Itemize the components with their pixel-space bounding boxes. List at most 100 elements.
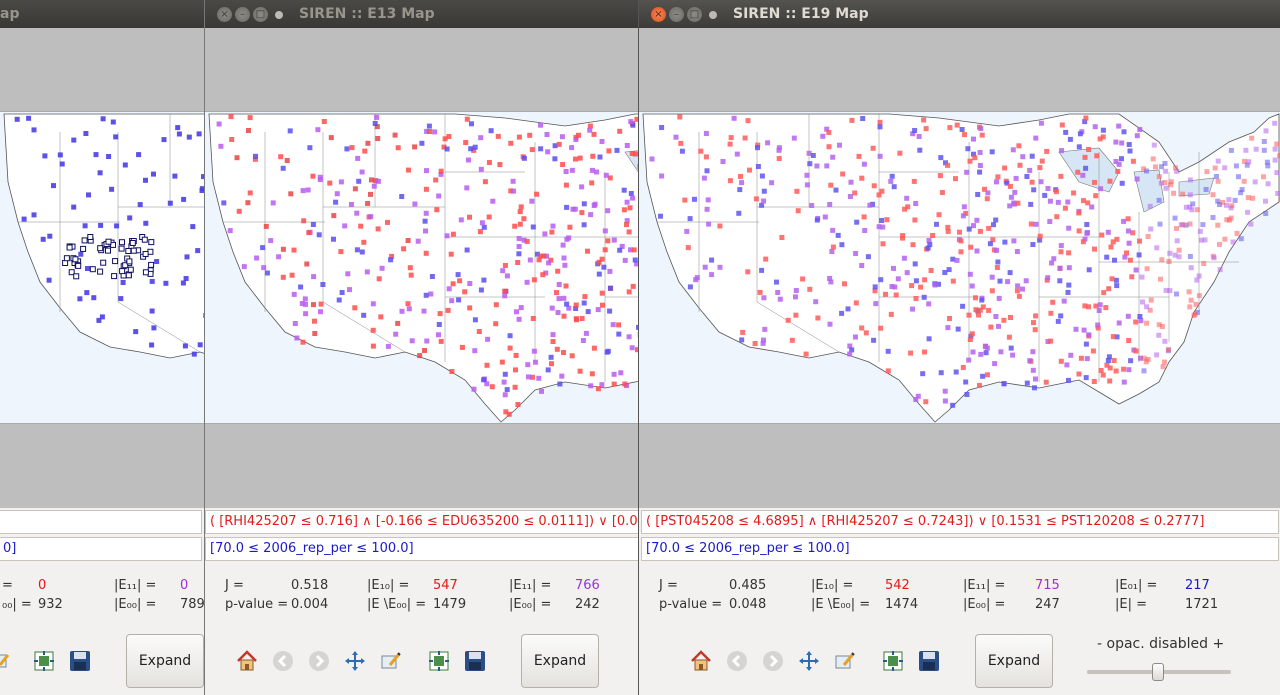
county-marker: [484, 362, 490, 368]
county-marker: [616, 331, 622, 337]
minimize-icon[interactable]: –: [235, 7, 250, 22]
stat-value: 0.048: [729, 597, 767, 612]
titlebar[interactable]: ap: [0, 0, 204, 28]
county-marker: [525, 362, 531, 368]
forward-icon[interactable]: [759, 647, 787, 675]
county-marker: [774, 279, 779, 285]
county-marker: [913, 201, 919, 206]
county-marker: [833, 187, 839, 193]
close-icon[interactable]: ×: [651, 7, 666, 22]
expand-button[interactable]: Expand: [126, 634, 204, 688]
query-lhs-field[interactable]: [0, 510, 202, 534]
county-marker: [913, 296, 919, 301]
close-icon[interactable]: ×: [217, 7, 232, 22]
county-marker: [595, 307, 601, 313]
county-marker: [1236, 174, 1241, 180]
county-marker: [564, 236, 570, 242]
county-marker: [807, 286, 813, 292]
query-lhs-field[interactable]: ( [PST045208 ≤ 4.6895] ∧ [RHI425207 ≤ 0.…: [641, 510, 1279, 534]
minimize-icon[interactable]: –: [669, 7, 684, 22]
expand-button[interactable]: Expand: [521, 634, 599, 688]
save-icon[interactable]: [66, 647, 94, 675]
subplots-icon[interactable]: [879, 647, 907, 675]
pan-icon[interactable]: [795, 647, 823, 675]
county-marker: [610, 322, 616, 328]
stat-label: |E₀₀| =: [963, 597, 1006, 612]
county-marker: [917, 147, 923, 153]
titlebar[interactable]: × – □ SIREN :: E19 Map: [639, 0, 1280, 28]
county-marker: [596, 259, 602, 265]
window-left: ap 0] = 0 |E₁₁| = 0 ₀₀| = 932 |E₀₀| = 78…: [0, 0, 204, 695]
county-marker: [1055, 199, 1061, 205]
county-marker: [409, 338, 415, 344]
county-marker: [945, 228, 951, 234]
county-marker: [867, 202, 873, 208]
county-marker: [828, 182, 834, 188]
county-marker: [1127, 148, 1133, 154]
county-marker: [1162, 180, 1168, 185]
maximize-icon[interactable]: □: [253, 7, 268, 22]
county-marker: [412, 144, 418, 150]
query-rhs-field[interactable]: [70.0 ≤ 2006_rep_per ≤ 100.0]: [205, 537, 638, 561]
county-marker: [759, 267, 765, 273]
county-marker: [47, 233, 53, 239]
pan-icon[interactable]: [341, 647, 369, 675]
county-marker: [740, 329, 746, 335]
county-marker: [961, 204, 967, 210]
county-marker: [399, 194, 405, 199]
forward-icon[interactable]: [305, 647, 333, 675]
zoom-icon[interactable]: [0, 647, 14, 675]
county-marker: [328, 135, 334, 141]
county-marker: [1048, 338, 1054, 344]
zoom-icon[interactable]: [831, 647, 859, 675]
county-marker: [978, 126, 984, 131]
expand-button[interactable]: Expand: [975, 634, 1053, 688]
county-marker: [482, 179, 488, 185]
stat-value: 0.004: [291, 597, 329, 612]
county-marker: [195, 248, 201, 254]
county-marker: [1116, 320, 1122, 326]
county-marker: [1084, 222, 1090, 227]
county-marker: [703, 131, 709, 136]
county-marker: [946, 267, 952, 273]
county-marker: [983, 350, 989, 356]
county-marker: [989, 274, 995, 280]
county-marker: [464, 116, 470, 122]
maximize-icon[interactable]: □: [687, 7, 702, 22]
menu-dot-icon[interactable]: [275, 11, 283, 19]
menu-dot-icon[interactable]: [709, 11, 717, 19]
county-marker: [1058, 243, 1064, 249]
county-marker: [229, 137, 235, 142]
titlebar[interactable]: × – □ SIREN :: E13 Map: [205, 0, 638, 28]
county-marker: [493, 302, 499, 308]
county-marker: [1187, 304, 1193, 310]
map-canvas[interactable]: [639, 111, 1280, 424]
query-rhs-field[interactable]: [70.0 ≤ 2006_rep_per ≤ 100.0]: [641, 537, 1279, 561]
zoom-icon[interactable]: [377, 647, 405, 675]
subplots-icon[interactable]: [425, 647, 453, 675]
back-icon[interactable]: [269, 647, 297, 675]
county-marker: [1238, 190, 1244, 196]
county-marker: [1044, 148, 1050, 154]
query-rhs-field[interactable]: 0]: [0, 537, 202, 561]
map-canvas[interactable]: [205, 111, 638, 424]
county-marker: [305, 187, 311, 193]
county-marker: [339, 290, 345, 295]
save-icon[interactable]: [915, 647, 943, 675]
query-lhs-field[interactable]: ( [RHI425207 ≤ 0.716] ∧ [-0.166 ≤ EDU635…: [205, 510, 638, 534]
county-marker: [1066, 265, 1072, 271]
save-icon[interactable]: [461, 647, 489, 675]
county-marker: [91, 295, 97, 301]
back-icon[interactable]: [723, 647, 751, 675]
subplots-icon[interactable]: [30, 647, 58, 675]
county-marker: [1008, 345, 1014, 351]
county-marker: [717, 223, 723, 229]
selected-county-marker: [125, 248, 132, 254]
opacity-slider-handle[interactable]: [1151, 663, 1164, 681]
home-icon[interactable]: [687, 647, 715, 675]
home-icon[interactable]: [233, 647, 261, 675]
stat-label: p-value =: [659, 597, 723, 612]
county-marker: [974, 217, 980, 223]
map-canvas[interactable]: [0, 111, 204, 424]
stat-label: |E₀₀| =: [114, 597, 157, 612]
